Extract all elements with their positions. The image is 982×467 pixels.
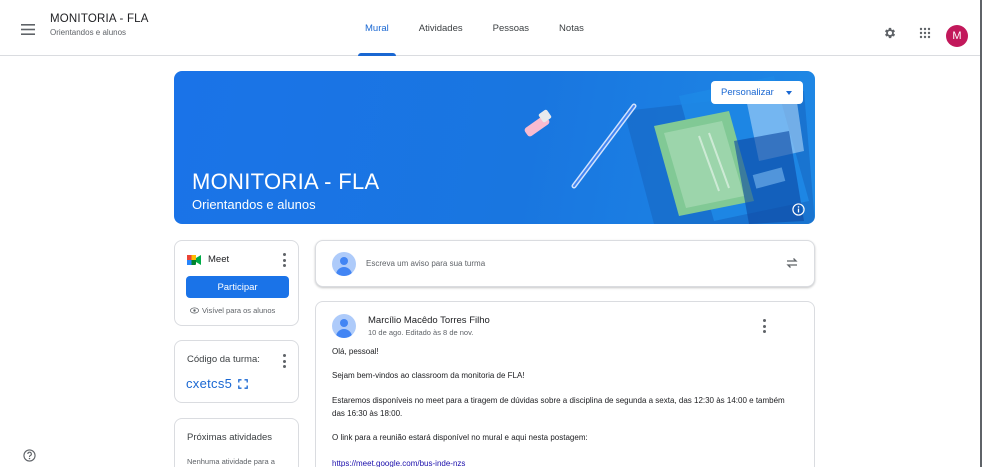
- user-avatar: [332, 252, 356, 276]
- meet-label: Meet: [208, 254, 230, 265]
- help-icon[interactable]: [23, 449, 36, 462]
- announcement-composer[interactable]: Escreva um aviso para sua turma: [315, 240, 815, 287]
- class-banner: MONITORIA - FLA Orientandos e alunos Per…: [174, 71, 815, 224]
- more-vert-icon[interactable]: [762, 319, 766, 333]
- author-avatar: [332, 314, 356, 338]
- class-code-label: Código da turma:: [187, 354, 260, 365]
- tab-notas[interactable]: Notas: [544, 0, 599, 56]
- post-text-line: das 16:30 às 18:00.: [332, 409, 403, 418]
- meet-card: Meet Participar Visível para os alunos: [174, 240, 299, 326]
- post-author[interactable]: Marcílio Macêdo Torres Filho: [368, 315, 490, 326]
- customize-label: Personalizar: [721, 87, 774, 98]
- banner-subtitle: Orientandos e alunos: [192, 197, 316, 212]
- repost-icon[interactable]: [785, 256, 799, 270]
- meet-link[interactable]: https://meet.google.com/bus-inde-nzs: [332, 459, 465, 467]
- visibility-note: Visível para os alunos: [190, 306, 275, 315]
- google-meet-icon: [187, 255, 201, 265]
- visibility-text: Visível para os alunos: [202, 306, 276, 315]
- upcoming-card: Próximas atividades Nenhuma atividade pa…: [174, 418, 299, 467]
- top-app-bar: MONITORIA - FLA Orientandos e alunos Mur…: [0, 0, 982, 56]
- join-meet-button[interactable]: Participar: [186, 276, 289, 298]
- post-date: 10 de ago. Editado às 8 de nov.: [368, 328, 474, 337]
- menu-icon[interactable]: [17, 18, 39, 40]
- caret-down-icon: [786, 91, 792, 95]
- post-text-line: O link para a reunião estará disponível …: [332, 433, 588, 442]
- customize-button[interactable]: Personalizar: [711, 81, 803, 104]
- class-subtitle: Orientandos e alunos: [50, 28, 127, 37]
- eye-icon: [190, 307, 199, 314]
- settings-icon[interactable]: [881, 24, 899, 42]
- banner-title: MONITORIA - FLA: [192, 169, 380, 194]
- tab-pessoas[interactable]: Pessoas: [478, 0, 544, 56]
- class-code-text: cxetcs5: [186, 376, 233, 391]
- class-title[interactable]: MONITORIA - FLA: [50, 13, 149, 25]
- post-text-line: Olá, pessoal!: [332, 347, 379, 356]
- upcoming-empty-text: Nenhuma atividade para a: [187, 457, 275, 466]
- announcement-post: Marcílio Macêdo Torres Filho 10 de ago. …: [315, 301, 815, 467]
- tab-mural[interactable]: Mural: [350, 0, 404, 56]
- post-text-line: Estaremos disponíveis no meet para a tir…: [332, 396, 785, 405]
- nav-tabs: Mural Atividades Pessoas Notas: [350, 0, 599, 56]
- post-text-line: Sejam bem-vindos ao classroom da monitor…: [332, 371, 525, 380]
- class-code-card: Código da turma: cxetcs5: [174, 340, 299, 403]
- fullscreen-icon[interactable]: [238, 378, 249, 389]
- compose-placeholder[interactable]: Escreva um aviso para sua turma: [366, 259, 485, 268]
- class-code-value[interactable]: cxetcs5: [186, 376, 249, 391]
- upcoming-title: Próximas atividades: [187, 432, 273, 443]
- account-avatar[interactable]: M: [946, 25, 968, 47]
- info-icon[interactable]: [792, 203, 805, 216]
- more-vert-icon[interactable]: [282, 253, 286, 267]
- more-vert-icon[interactable]: [282, 354, 286, 368]
- apps-grid-icon[interactable]: [916, 24, 934, 42]
- tab-atividades[interactable]: Atividades: [404, 0, 478, 56]
